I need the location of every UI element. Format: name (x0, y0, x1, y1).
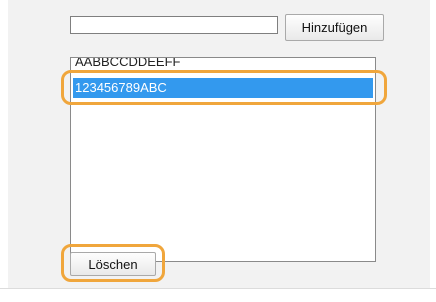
divider (0, 288, 436, 289)
entries-listbox[interactable]: AABBCCDDEEFF 123456789ABC (70, 57, 376, 262)
list-item-aabbccddeeff[interactable]: AABBCCDDEEFF (73, 58, 373, 72)
add-button[interactable]: Hinzufügen (285, 14, 384, 41)
delete-button[interactable]: Löschen (70, 252, 156, 276)
list-item-123456789abc-selected[interactable]: 123456789ABC (73, 78, 373, 98)
entry-input[interactable] (70, 16, 278, 34)
